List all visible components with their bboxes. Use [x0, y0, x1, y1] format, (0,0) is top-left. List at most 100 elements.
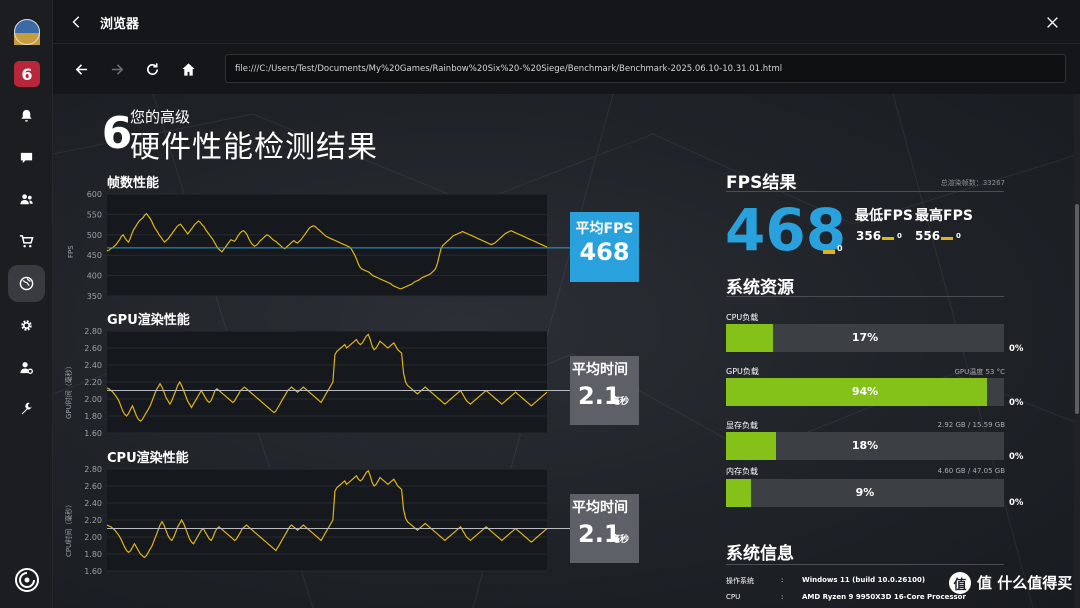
ram-load-bar: 9% — [726, 479, 1004, 507]
cpu-ytick-label: 2.40 — [84, 499, 102, 508]
cpu-average-badge: 平均时间 2.1 毫秒 — [570, 494, 639, 563]
cpu-load-zero: 0% — [1009, 344, 1024, 354]
game-r6-icon[interactable]: 6 — [8, 55, 45, 92]
gpu-series-line — [106, 333, 548, 422]
cpu-series-line — [106, 469, 548, 559]
fps-ytick-label: 500 — [87, 231, 102, 240]
title-bar: 浏览器 — [53, 0, 1080, 44]
fps-average-value: 468 — [579, 238, 630, 266]
max-sub-value: 0 — [956, 232, 961, 240]
sysinfo-cpu-value: AMD Ryzen 9 9950X3D 16-Core Processor — [802, 593, 966, 601]
gpu-ytick-label: 2.20 — [84, 378, 102, 387]
fps-result-divider — [726, 191, 1004, 192]
cpu-ytick-label: 2.80 — [84, 465, 102, 474]
gpu-chart: 2.80 2.60 2.40 2.20 2.00 1.80 1.60 — [84, 327, 573, 438]
sysinfo-cpu-key: CPU — [726, 593, 741, 601]
gpu-ytick-label: 1.80 — [84, 412, 102, 421]
fps-average-badge: 平均FPS 468 — [570, 212, 639, 282]
ubisoft-icon[interactable] — [8, 561, 45, 598]
cpu-ylabel: CPU时间（毫秒） — [65, 500, 73, 557]
watermark-logo: 值 — [949, 572, 971, 594]
forward-arrow-icon[interactable] — [107, 59, 127, 79]
fps-ytick-label: 450 — [87, 251, 102, 260]
total-frames: 总渲染帧数：33267 — [940, 179, 1005, 187]
cpu-average-unit: 毫秒 — [611, 535, 630, 545]
window-title: 浏览器 — [100, 17, 140, 32]
resources-divider — [726, 296, 1004, 297]
sysinfo-cpu-sep: : — [781, 593, 784, 601]
vram-load-value: 18% — [851, 439, 879, 452]
wrench-icon[interactable] — [8, 391, 45, 428]
cpu-average-label: 平均时间 — [572, 500, 628, 516]
scrollbar-thumb[interactable] — [1075, 204, 1079, 414]
vram-load-extra: 2.92 GB / 15.59 GB — [937, 421, 1005, 429]
report-title: 硬件性能检测结果 — [130, 130, 378, 165]
vram-load-bar: 18% — [726, 432, 1004, 460]
vertical-scrollbar[interactable] — [1074, 94, 1080, 608]
sidebar: 6 — [0, 0, 53, 608]
home-icon[interactable] — [178, 59, 198, 79]
back-chevron-icon[interactable] — [67, 12, 87, 32]
sysinfo-os-value: Windows 11 (build 10.0.26100) — [802, 576, 926, 584]
friends-icon[interactable] — [8, 181, 45, 218]
gpu-load-value: 94% — [851, 385, 879, 398]
ram-load-zero: 0% — [1009, 498, 1024, 508]
cpu-load-value: 17% — [851, 331, 879, 344]
gpu-ytick-label: 2.00 — [84, 395, 102, 404]
url-input[interactable]: file:///C:/Users/Test/Documents/My%20Gam… — [225, 54, 1066, 83]
bell-icon[interactable] — [8, 97, 45, 134]
gpu-average-unit: 毫秒 — [611, 397, 630, 407]
gpu-load-extra: GPU温度 53 °C — [954, 368, 1005, 376]
browser-app: 6 浏览器 file:///C:/Users/Test/Documents/My… — [0, 0, 1080, 608]
gpu-load-bar: 94% — [726, 378, 1004, 406]
fps-ytick-label: 400 — [87, 272, 102, 281]
avatar-image — [13, 18, 40, 45]
cpu-chart: 2.80 2.60 2.40 2.20 2.00 1.80 1.60 — [84, 465, 573, 576]
gpu-average-badge: 平均时间 2.1 毫秒 — [570, 356, 639, 425]
ram-load-extra: 4.60 GB / 47.05 GB — [937, 467, 1005, 475]
cpu-ytick-label: 2.20 — [84, 516, 102, 525]
fps-ylabel: FPS — [67, 245, 75, 258]
avg-sub-value: 0 — [837, 244, 843, 253]
svg-text:6: 6 — [21, 65, 32, 84]
globe-icon[interactable] — [8, 265, 45, 302]
back-arrow-icon[interactable] — [71, 59, 91, 79]
close-icon[interactable] — [1042, 12, 1062, 32]
fps-ytick-label: 350 — [87, 292, 102, 301]
min-marker — [882, 237, 894, 240]
cpu-ytick-label: 2.00 — [84, 533, 102, 542]
reload-icon[interactable] — [142, 59, 162, 79]
vram-load-zero: 0% — [1009, 452, 1024, 462]
avg-marker — [823, 250, 835, 254]
fps-average-label: 平均FPS — [575, 221, 634, 237]
r6-logo: 6 — [102, 108, 133, 159]
min-fps-label: 最低FPS — [855, 208, 913, 224]
sysinfo-os-key: 操作系统 — [726, 577, 754, 585]
cart-icon[interactable] — [8, 223, 45, 260]
cpu-ytick-label: 1.80 — [84, 550, 102, 559]
cpu-ytick-label: 1.60 — [84, 567, 102, 576]
gpu-average-label: 平均时间 — [572, 362, 628, 378]
gpu-ylabel: GPU时间（毫秒） — [65, 362, 73, 419]
chat-icon[interactable] — [8, 139, 45, 176]
avatar[interactable] — [8, 13, 45, 50]
fps-result-title: FPS结果 — [726, 173, 797, 193]
vram-load-label: 显存负载 — [726, 421, 758, 430]
gpu-ytick-label: 2.80 — [84, 327, 102, 336]
gpu-ytick-label: 2.60 — [84, 344, 102, 353]
svg-text:6: 6 — [104, 108, 130, 154]
watermark-text: 值 什么值得买 — [977, 574, 1073, 592]
fps-series-line — [106, 212, 548, 290]
min-sub-value: 0 — [897, 232, 902, 240]
gpu-ytick-label: 1.60 — [84, 429, 102, 438]
max-fps-label: 最高FPS — [915, 208, 973, 224]
gear-icon[interactable] — [8, 307, 45, 344]
benchmark-report: 6 您的高级 硬件性能检测结果 帧数性能 600 550 500 450 400 350 … — [53, 94, 1080, 608]
user-settings-icon[interactable] — [8, 349, 45, 386]
sysinfo-os-sep: : — [781, 576, 784, 584]
sysinfo-divider — [726, 564, 1004, 565]
ram-load-value: 9% — [855, 486, 875, 499]
sysinfo-title: 系统信息 — [726, 544, 794, 564]
cpu-load-bar: 17% — [726, 324, 1004, 352]
max-fps-value: 556 — [915, 229, 941, 243]
